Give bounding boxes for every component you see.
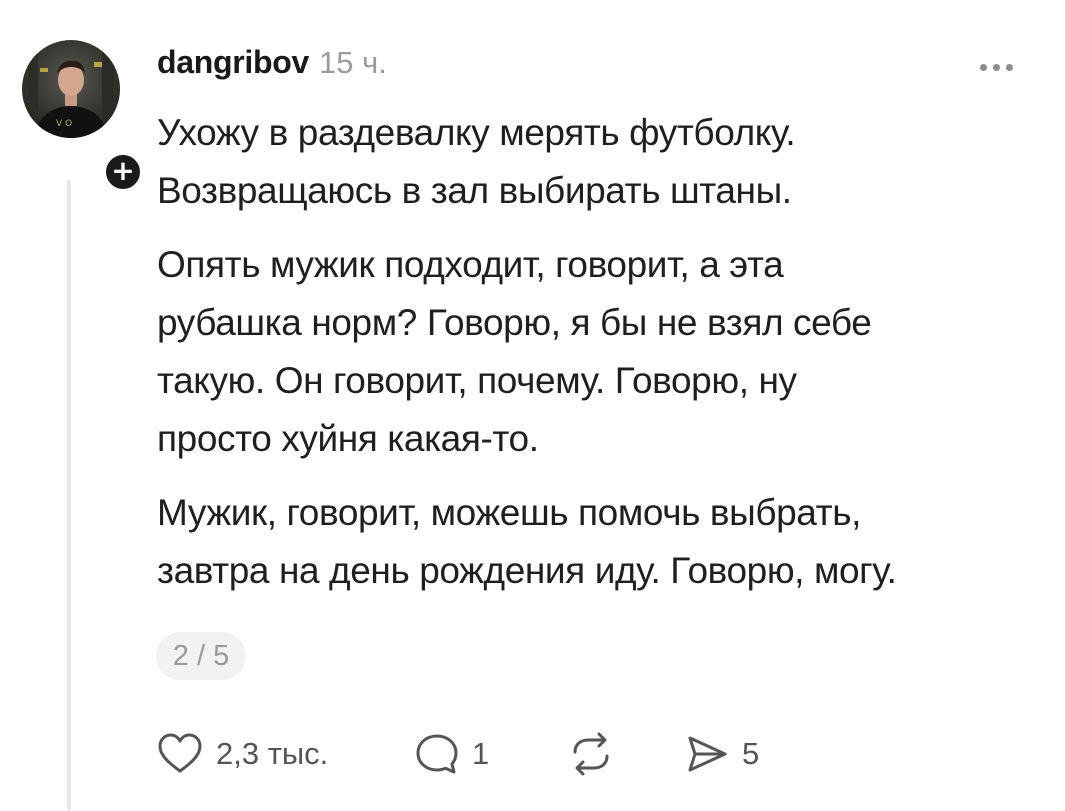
- like-button[interactable]: 2,3 тыс.: [156, 726, 328, 782]
- like-count: 2,3 тыс.: [216, 736, 329, 771]
- share-count: 5: [742, 736, 760, 771]
- thread-page-indicator: 2 / 5: [156, 632, 246, 680]
- svg-text:V O: V O: [56, 119, 72, 129]
- follow-plus-button[interactable]: +: [102, 151, 144, 193]
- post-body: Ухожу в раздевалку мерять футболку. Возв…: [157, 104, 1037, 616]
- post-header: dangribov 15 ч.: [157, 44, 387, 90]
- comment-button[interactable]: 1: [414, 726, 489, 782]
- heart-icon: [158, 733, 202, 773]
- share-button[interactable]: 5: [684, 726, 759, 782]
- post-paragraph: Опять мужик подходит, говорит, а эта руб…: [157, 244, 872, 459]
- more-dots-icon[interactable]: [980, 60, 1020, 74]
- author-avatar-container[interactable]: V O +: [22, 40, 144, 193]
- post-paragraph: Мужик, говорит, можешь помочь выбрать, з…: [157, 492, 897, 591]
- repost-icon: [573, 732, 609, 776]
- thread-post: V O + dangribov 15 ч. Ухожу в раздевалку…: [0, 0, 1065, 811]
- avatar[interactable]: V O: [22, 40, 120, 138]
- post-time: 15 ч.: [318, 45, 387, 80]
- author-username[interactable]: dangribov: [157, 44, 309, 81]
- post-actions-bar: 2,3 тыс. 1 5: [156, 726, 856, 782]
- thread-line: [67, 180, 71, 811]
- post-paragraph: Ухожу в раздевалку мерять футболку. Возв…: [157, 112, 796, 211]
- avatar-photo: V O: [22, 40, 120, 138]
- repost-button[interactable]: [566, 726, 628, 782]
- comment-count: 1: [472, 736, 490, 771]
- comment-icon: [416, 734, 458, 774]
- share-icon: [688, 736, 727, 772]
